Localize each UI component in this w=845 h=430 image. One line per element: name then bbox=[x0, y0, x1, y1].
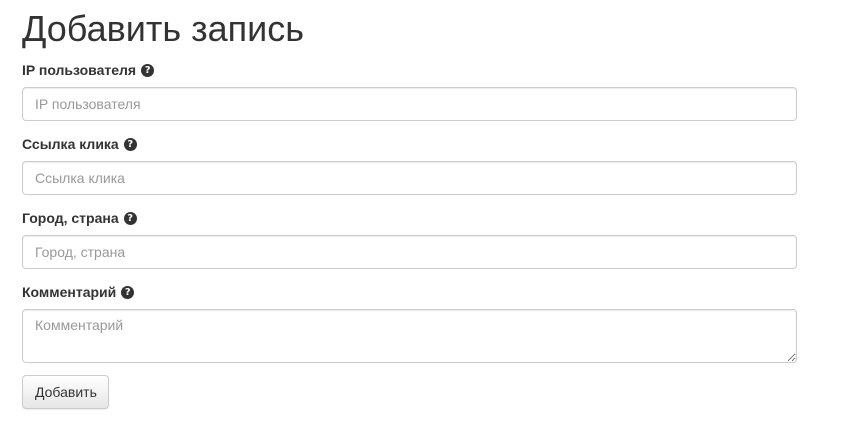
question-circle-icon[interactable]: ? bbox=[123, 137, 137, 151]
city-country-input[interactable] bbox=[22, 235, 797, 269]
comment-label-text: Комментарий bbox=[22, 284, 117, 300]
question-circle-icon[interactable]: ? bbox=[141, 63, 155, 77]
comment-textarea[interactable] bbox=[22, 309, 797, 363]
ip-label-text: IP пользователя bbox=[22, 62, 137, 78]
field-group-click-link: Ссылка клика ? bbox=[22, 135, 797, 195]
field-group-city-country: Город, страна ? bbox=[22, 209, 797, 269]
click-link-input[interactable] bbox=[22, 161, 797, 195]
city-country-label: Город, страна ? bbox=[22, 209, 797, 227]
field-group-comment: Комментарий ? bbox=[22, 283, 797, 363]
ip-input[interactable] bbox=[22, 87, 797, 121]
city-country-label-text: Город, страна bbox=[22, 210, 119, 226]
page-title: Добавить запись bbox=[22, 8, 304, 49]
field-group-ip: IP пользователя ? bbox=[22, 61, 797, 121]
ip-label: IP пользователя ? bbox=[22, 61, 797, 79]
click-link-label: Ссылка клика ? bbox=[22, 135, 797, 153]
click-link-label-text: Ссылка клика bbox=[22, 136, 119, 152]
add-button[interactable]: Добавить bbox=[22, 375, 109, 409]
comment-label: Комментарий ? bbox=[22, 283, 797, 301]
question-circle-icon[interactable]: ? bbox=[121, 285, 135, 299]
question-circle-icon[interactable]: ? bbox=[123, 211, 137, 225]
